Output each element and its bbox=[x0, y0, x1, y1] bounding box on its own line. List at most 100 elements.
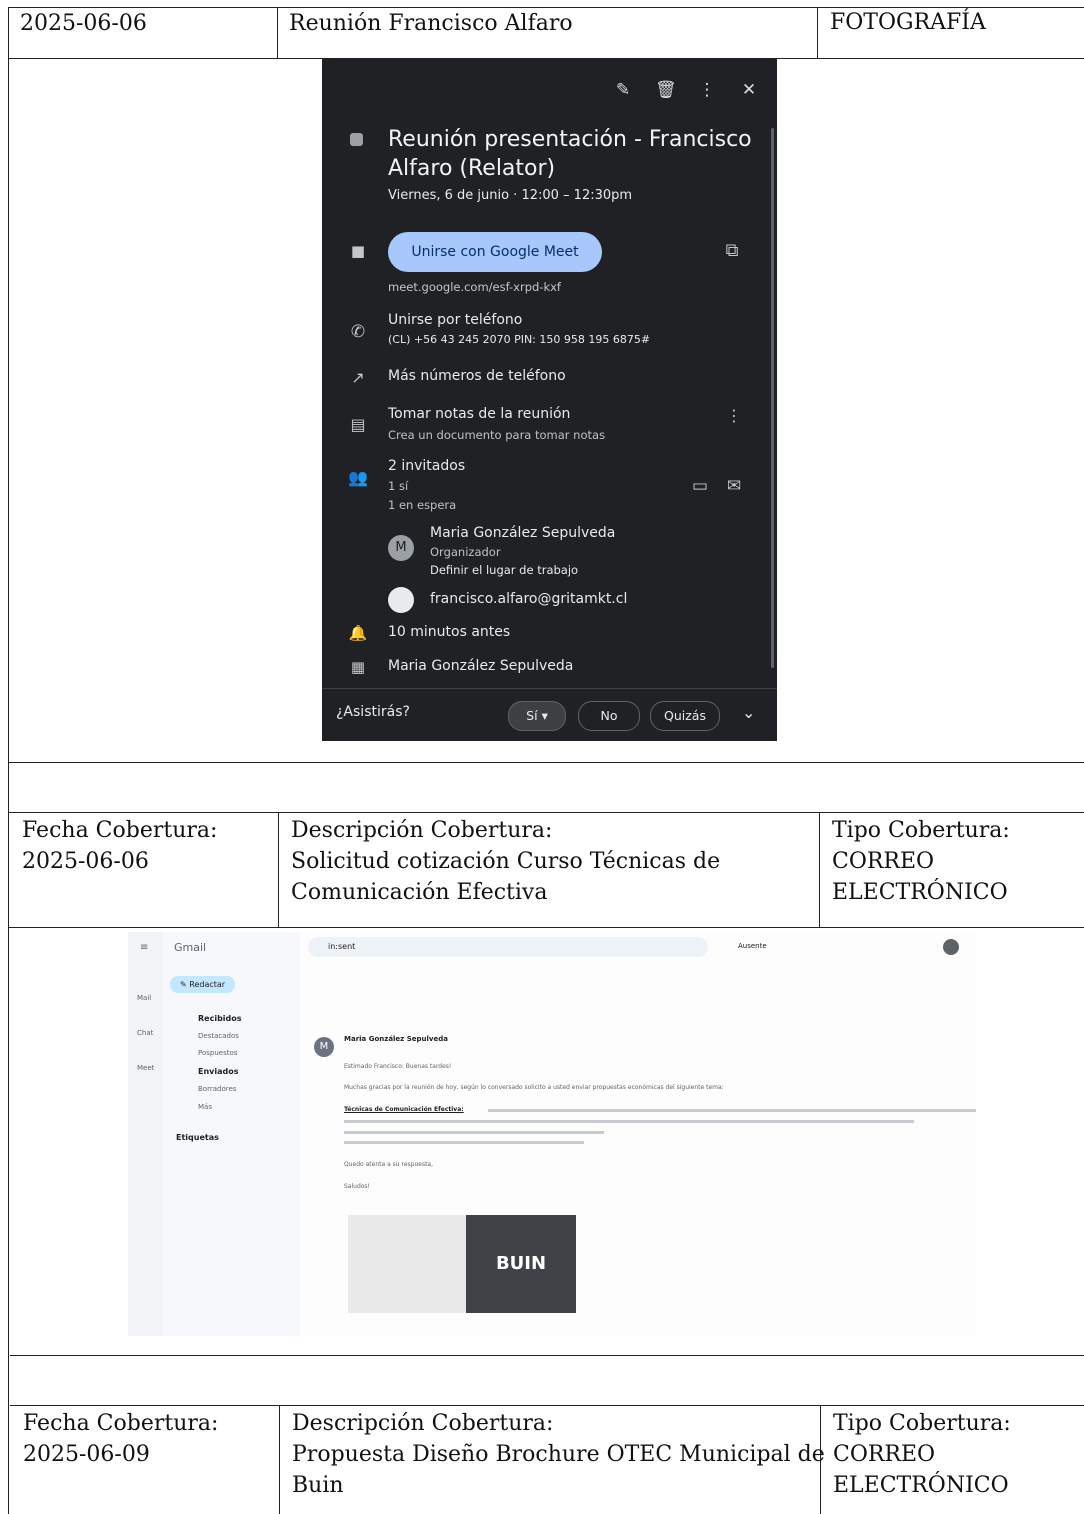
nav-starred[interactable]: Destacados bbox=[198, 1032, 239, 1040]
rule-col2-top bbox=[817, 7, 818, 58]
top-date: 2025-06-06 bbox=[20, 11, 147, 36]
rule-row2-top bbox=[8, 812, 1084, 813]
email-icon[interactable]: ✉ bbox=[724, 476, 744, 496]
phone-icon: ✆ bbox=[350, 322, 366, 342]
organizer-workplace[interactable]: Definir el lugar de trabajo bbox=[430, 563, 757, 577]
body-text-line bbox=[488, 1109, 976, 1112]
notes-more-icon[interactable]: ⋮ bbox=[724, 406, 744, 425]
row3-type-line1: CORREO bbox=[833, 1442, 936, 1467]
labels-heading: Etiquetas bbox=[176, 1133, 219, 1142]
status-selector[interactable]: Ausente bbox=[738, 942, 767, 950]
pencil-icon: ✎ bbox=[180, 980, 190, 989]
guest-email: francisco.alfaro@gritamkt.cl bbox=[430, 591, 628, 607]
delete-icon[interactable]: 🗑 bbox=[655, 80, 677, 100]
gmail-logo: Gmail bbox=[174, 941, 207, 954]
row3-desc-cell: Descripción Cobertura: Propuesta Diseño … bbox=[292, 1408, 825, 1501]
calendar-owner: Maria González Sepulveda bbox=[388, 658, 574, 674]
row2-desc-label: Descripción Cobertura: bbox=[291, 818, 553, 843]
guests-icon: 👥 bbox=[348, 468, 368, 487]
bell-icon: 🔔 bbox=[348, 624, 368, 642]
course-title: Técnicas de Comunicación Efectiva: bbox=[344, 1106, 464, 1113]
join-meet-button[interactable]: Unirse con Google Meet bbox=[388, 232, 602, 272]
organizer-name: Maria González Sepulveda bbox=[430, 525, 616, 541]
row3-desc-line2: Buin bbox=[292, 1473, 344, 1498]
menu-icon[interactable]: ≡ bbox=[140, 942, 148, 953]
search-bar[interactable]: in:sent bbox=[308, 937, 708, 957]
more-options-icon[interactable]: ⋮ bbox=[697, 80, 717, 100]
chevron-down-icon: ▾ bbox=[541, 708, 548, 723]
sender-name: Maria González Sepulveda bbox=[344, 1035, 448, 1043]
phone-label[interactable]: Unirse por teléfono bbox=[388, 312, 757, 328]
rule-row3-top bbox=[10, 1405, 1084, 1406]
greeting: Estimado Francisco: Buenas tardes! bbox=[344, 1063, 452, 1070]
intro: Muchas gracias por la reunión de hoy, se… bbox=[344, 1084, 724, 1091]
gmail-sidebar: Gmail ✎ Redactar Recibidos Destacados Po… bbox=[162, 932, 300, 1336]
row2-date-label: Fecha Cobertura: bbox=[22, 818, 218, 843]
edit-icon[interactable]: ✎ bbox=[613, 80, 633, 100]
row3-date: 2025-06-09 bbox=[23, 1442, 150, 1467]
compose-label: Redactar bbox=[189, 980, 226, 989]
meet-link[interactable]: meet.google.com/esf-xrpd-kxf bbox=[388, 280, 757, 294]
nav-snoozed[interactable]: Pospuestos bbox=[198, 1049, 237, 1057]
event-toolbar: ✎ 🗑 ⋮ ✕ bbox=[613, 80, 759, 100]
closing: Quedo atenta a su respuesta, bbox=[344, 1161, 434, 1168]
chat-icon[interactable]: ▭ bbox=[690, 476, 710, 496]
row2-date: 2025-06-06 bbox=[22, 849, 149, 874]
copy-icon[interactable]: ⧉ bbox=[722, 240, 742, 261]
row2-desc-line2: Comunicación Efectiva bbox=[291, 880, 548, 905]
guests-count: 2 invitados bbox=[388, 458, 466, 474]
row2-desc-cell: Descripción Cobertura: Solicitud cotizac… bbox=[291, 815, 720, 908]
row3-type-line2: ELECTRÓNICO bbox=[833, 1473, 1009, 1498]
rsvp-maybe-button[interactable]: Quizás bbox=[650, 701, 720, 731]
guest-avatar bbox=[388, 587, 414, 613]
notes-detail: Crea un documento para tomar notas bbox=[388, 428, 606, 442]
rule-col1-row3 bbox=[279, 1405, 280, 1514]
event-color-swatch bbox=[350, 133, 363, 146]
document-icon: ▤ bbox=[350, 415, 366, 434]
scrollbar[interactable] bbox=[771, 128, 774, 668]
rail-chat[interactable]: Chat bbox=[137, 1029, 153, 1037]
nav-more[interactable]: Más bbox=[198, 1103, 212, 1111]
compose-button[interactable]: ✎ Redactar bbox=[170, 976, 236, 993]
rsvp-no-button[interactable]: No bbox=[578, 701, 640, 731]
signature-brand-image: BUIN bbox=[466, 1215, 576, 1313]
row3-desc-line1: Propuesta Diseño Brochure OTEC Municipal… bbox=[292, 1442, 825, 1467]
event-datetime: Viernes, 6 de junio · 12:00 – 12:30pm bbox=[388, 188, 633, 203]
nav-inbox[interactable]: Recibidos bbox=[198, 1014, 242, 1023]
phone-detail: (CL) +56 43 245 2070 PIN: 150 958 195 68… bbox=[388, 333, 651, 346]
rsvp-bar: ¿Asistirás? Sí ▾ No Quizás ⌄ bbox=[322, 688, 777, 741]
row3-date-label: Fecha Cobertura: bbox=[23, 1411, 219, 1436]
body-text-line bbox=[344, 1141, 584, 1144]
account-avatar[interactable] bbox=[943, 939, 959, 955]
rsvp-yes-label: Sí bbox=[526, 708, 538, 723]
rail-meet[interactable]: Meet bbox=[137, 1064, 154, 1072]
row3-date-cell: Fecha Cobertura: 2025-06-09 bbox=[23, 1408, 218, 1470]
nav-sent[interactable]: Enviados bbox=[198, 1067, 239, 1076]
row2-type-label: Tipo Cobertura: bbox=[832, 818, 1010, 843]
organizer-avatar: M bbox=[388, 535, 414, 561]
event-title-line1: Reunión presentación - Francisco bbox=[388, 127, 752, 152]
calendar-event-screenshot: ✎ 🗑 ⋮ ✕ Reunión presentación - Francisco… bbox=[322, 58, 777, 741]
notes-label[interactable]: Tomar notas de la reunión bbox=[388, 406, 757, 422]
expand-chevron-icon[interactable]: ⌄ bbox=[742, 703, 755, 722]
gmail-screenshot: ≡ Mail Chat Meet Gmail ✎ Redactar Recibi… bbox=[128, 932, 976, 1336]
nav-drafts[interactable]: Borradores bbox=[198, 1085, 236, 1093]
top-type: FOTOGRAFÍA bbox=[830, 10, 986, 35]
rule-mail-bottom bbox=[10, 1355, 1084, 1356]
more-numbers-link[interactable]: Más números de teléfono bbox=[388, 368, 757, 384]
row2-type-line2: ELECTRÓNICO bbox=[832, 880, 1008, 905]
rule-col2-row2 bbox=[819, 812, 820, 927]
external-link-icon: ↗ bbox=[351, 368, 365, 387]
body-text-line bbox=[344, 1131, 604, 1134]
reminder: 10 minutos antes bbox=[388, 624, 511, 640]
rail-mail[interactable]: Mail bbox=[137, 994, 151, 1002]
rsvp-yes-button[interactable]: Sí ▾ bbox=[508, 701, 566, 731]
top-title: Reunión Francisco Alfaro bbox=[289, 11, 573, 36]
guests-waiting: 1 en espera bbox=[388, 498, 457, 512]
row2-type-line1: CORREO bbox=[832, 849, 935, 874]
row2-date-cell: Fecha Cobertura: 2025-06-06 bbox=[22, 815, 217, 877]
close-icon[interactable]: ✕ bbox=[739, 80, 759, 100]
rsvp-question: ¿Asistirás? bbox=[336, 704, 410, 720]
rule-col1-top bbox=[277, 7, 278, 58]
rule-left bbox=[8, 7, 9, 1514]
